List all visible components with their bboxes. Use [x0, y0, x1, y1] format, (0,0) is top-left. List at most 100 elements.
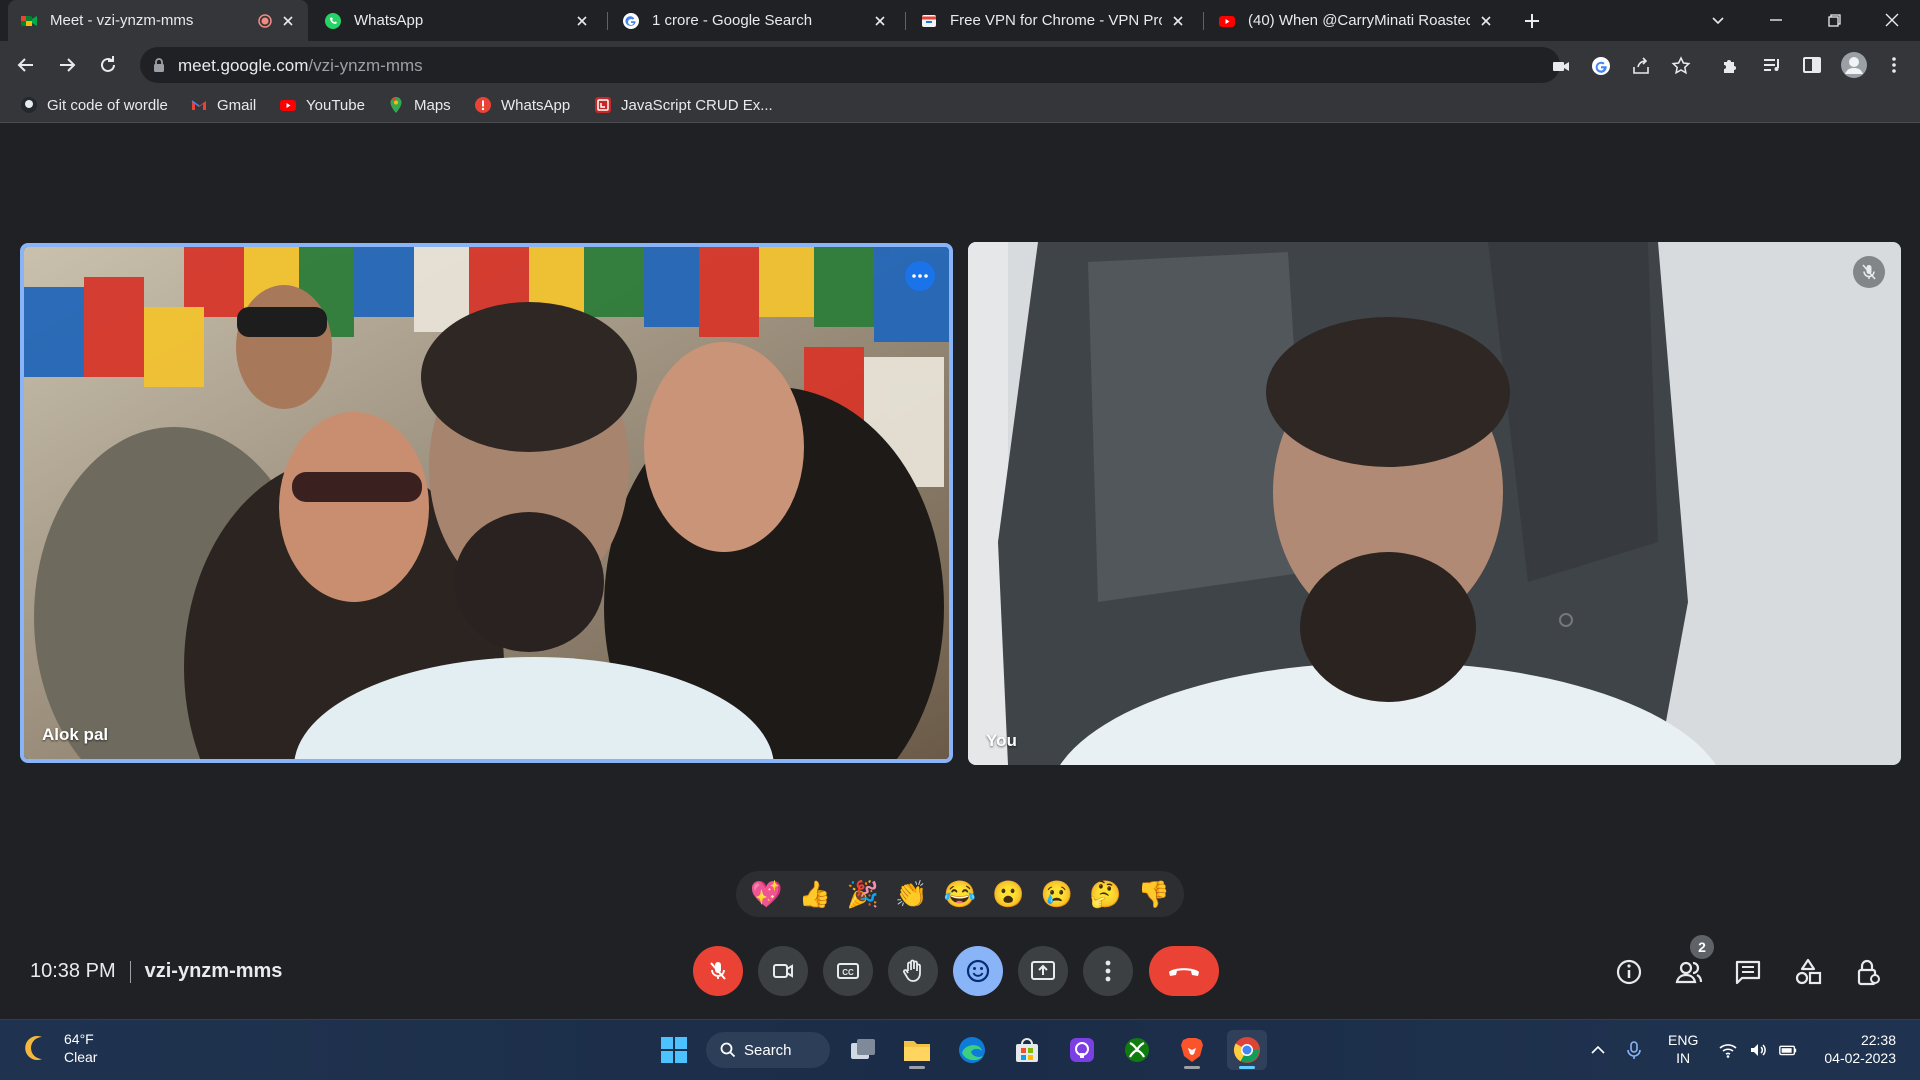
close-icon[interactable] [574, 13, 590, 29]
whatsapp-icon [325, 12, 341, 29]
bookmark-gmail[interactable]: Gmail [190, 96, 256, 114]
reaction-party[interactable]: 🎉 [841, 874, 885, 914]
tab-meet[interactable]: Meet - vzi-ynzm-mms [8, 0, 308, 41]
bookmark-youtube[interactable]: YouTube [279, 96, 365, 114]
volume-icon[interactable] [1748, 1040, 1768, 1060]
extensions-puzzle-icon[interactable] [1719, 53, 1743, 77]
host-controls-icon[interactable] [1853, 957, 1883, 987]
tab-divider [607, 12, 608, 30]
weather-widget[interactable]: 64°F Clear [22, 1030, 97, 1066]
reactions-button[interactable] [953, 946, 1003, 996]
browser-toolbar: meet.google.com/vzi-ynzm-mms [0, 41, 1920, 89]
media-control-icon[interactable] [1760, 53, 1784, 77]
restore-icon[interactable] [1822, 8, 1846, 32]
url-host: meet.google.com [178, 56, 309, 75]
meeting-info: 10:38 PM vzi-ynzm-mms [30, 960, 282, 983]
lock-icon[interactable] [152, 57, 166, 73]
tab-google-search[interactable]: 1 crore - Google Search [610, 0, 900, 41]
reaction-thinking[interactable]: 🤔 [1083, 874, 1127, 914]
share-icon[interactable] [1630, 55, 1652, 77]
bookmarks-bar: Git code of wordle Gmail YouTube Maps Wh… [0, 89, 1920, 123]
participant-tile-you[interactable]: You [968, 242, 1901, 765]
close-icon[interactable] [280, 13, 296, 29]
present-screen-button[interactable] [1018, 946, 1068, 996]
google-lens-icon[interactable] [1590, 55, 1612, 77]
tab-search-chevron-icon[interactable] [1706, 8, 1730, 32]
participant-tile-alok[interactable]: Alok pal [20, 243, 953, 763]
search-label: Search [744, 1041, 792, 1059]
taskbar-edge[interactable] [952, 1030, 992, 1070]
tab-divider [905, 12, 906, 30]
muted-indicator [1853, 256, 1885, 288]
taskbar-app-purple[interactable] [1062, 1030, 1102, 1070]
taskbar-xbox[interactable] [1117, 1030, 1157, 1070]
reaction-sad[interactable]: 😢 [1035, 874, 1079, 914]
start-button[interactable] [654, 1030, 694, 1070]
reaction-thumbs-down[interactable]: 👎 [1132, 874, 1176, 914]
recording-icon [258, 13, 272, 28]
reload-icon[interactable] [96, 53, 120, 77]
running-indicator [1239, 1066, 1255, 1069]
battery-icon[interactable] [1778, 1040, 1798, 1060]
meeting-details-icon[interactable] [1614, 957, 1644, 987]
forward-icon[interactable] [55, 53, 79, 77]
raise-hand-button[interactable] [888, 946, 938, 996]
close-icon[interactable] [1170, 13, 1186, 29]
taskbar-chrome[interactable] [1227, 1030, 1267, 1070]
bookmark-git-wordle[interactable]: Git code of wordle [20, 96, 168, 114]
taskbar-file-explorer[interactable] [897, 1030, 937, 1070]
reaction-heart[interactable]: 💖 [744, 874, 788, 914]
camera-toggle-button[interactable] [758, 946, 808, 996]
bookmark-label: WhatsApp [501, 96, 571, 114]
moon-icon [25, 1036, 42, 1060]
mic-off-icon [710, 962, 726, 980]
side-panel-icon[interactable] [1800, 53, 1824, 77]
wifi-icon[interactable] [1718, 1040, 1738, 1060]
reaction-laugh[interactable]: 😂 [938, 874, 982, 914]
mic-toggle-button[interactable] [693, 946, 743, 996]
reaction-clap[interactable]: 👏 [890, 874, 934, 914]
close-icon[interactable] [872, 13, 888, 29]
youtube-icon [280, 100, 296, 111]
bookmark-whatsapp[interactable]: WhatsApp [474, 96, 570, 114]
browser-menu-icon[interactable] [1882, 53, 1906, 77]
windows-logo-icon [661, 1037, 687, 1063]
google-icon [623, 12, 639, 29]
language-indicator[interactable]: ENG IN [1668, 1031, 1698, 1067]
tab-youtube[interactable]: (40) When @CarryMinati Roasted [1206, 0, 1506, 41]
present-icon [1031, 961, 1055, 980]
tab-title: Meet - vzi-ynzm-mms [50, 12, 194, 29]
address-bar[interactable]: meet.google.com/vzi-ynzm-mms [140, 47, 1691, 83]
tab-vpn[interactable]: Free VPN for Chrome - VPN Proxy [908, 0, 1198, 41]
back-icon[interactable] [14, 53, 38, 77]
bookmark-star-icon[interactable] [1670, 55, 1692, 77]
bookmark-maps[interactable]: Maps [387, 96, 451, 114]
profile-avatar[interactable] [1840, 51, 1868, 79]
more-options-icon[interactable] [905, 261, 935, 291]
bookmark-js-crud[interactable]: JavaScript CRUD Ex... [594, 96, 773, 114]
tab-whatsapp[interactable]: WhatsApp [312, 0, 602, 41]
activities-icon[interactable] [1793, 957, 1823, 987]
minimize-icon[interactable] [1764, 8, 1788, 32]
new-tab-icon[interactable] [1522, 11, 1542, 31]
task-view-button[interactable] [843, 1030, 883, 1070]
microphone-icon[interactable] [1624, 1040, 1644, 1060]
chat-icon[interactable] [1733, 957, 1763, 987]
taskbar-search[interactable]: Search [706, 1032, 830, 1068]
people-icon[interactable] [1674, 957, 1704, 987]
system-clock[interactable]: 22:38 04-02-2023 [1824, 1031, 1896, 1067]
taskbar-store[interactable] [1007, 1030, 1047, 1070]
captions-button[interactable]: CC [823, 946, 873, 996]
chevron-up-icon[interactable] [1588, 1040, 1608, 1060]
close-icon[interactable] [1478, 13, 1494, 29]
more-options-button[interactable] [1083, 946, 1133, 996]
camera-in-use-icon[interactable] [1550, 55, 1572, 77]
search-icon [720, 1042, 736, 1058]
leave-call-button[interactable] [1149, 946, 1219, 996]
tab-title: Free VPN for Chrome - VPN Proxy [950, 12, 1162, 29]
taskbar-brave[interactable] [1172, 1030, 1212, 1070]
clock-date: 04-02-2023 [1824, 1050, 1896, 1066]
close-window-icon[interactable] [1880, 8, 1904, 32]
reaction-thumbs-up[interactable]: 👍 [793, 874, 837, 914]
reaction-surprised[interactable]: 😮 [986, 874, 1030, 914]
